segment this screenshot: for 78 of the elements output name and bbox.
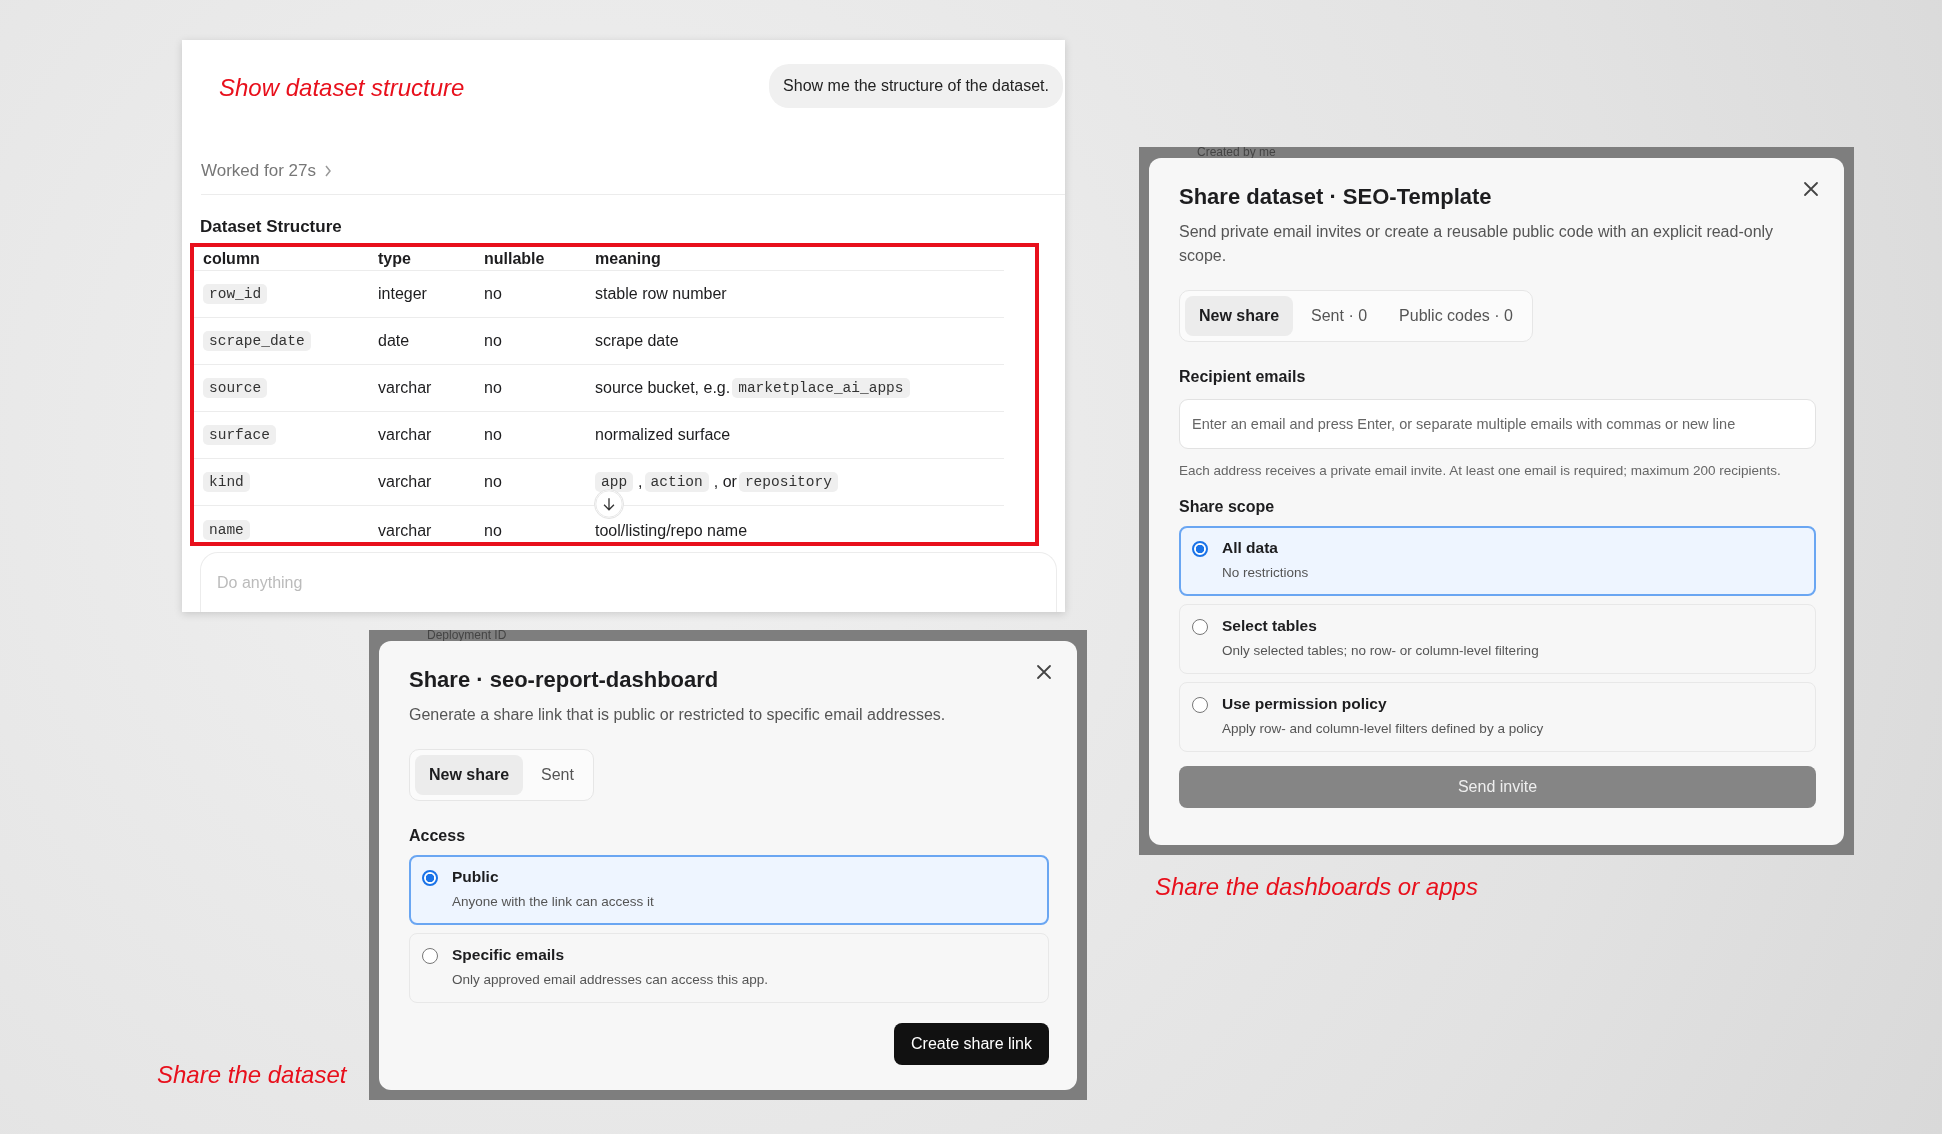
table-cell: tool/listing/repo name bbox=[595, 522, 748, 540]
option-description: Only approved email addresses can access this app. bbox=[452, 972, 768, 987]
radio-button[interactable] bbox=[422, 948, 438, 964]
option-description: No restrictions bbox=[1222, 565, 1309, 580]
table-cell: varchar bbox=[378, 426, 432, 444]
option-title: Use permission policy bbox=[1222, 695, 1388, 713]
option-card[interactable]: Specific emails Only approved email addresses can access this app. bbox=[409, 933, 1049, 1003]
option-description: Apply row- and column-level filters defined by a policy bbox=[1222, 721, 1544, 736]
dialog-description: Send private email invites or create a reusable public code with an explicit read-only scope. bbox=[1179, 222, 1775, 266]
option-card[interactable]: Select tables Only selected tables; no row- or column-level filtering bbox=[1179, 604, 1816, 674]
scroll-down-icon[interactable] bbox=[594, 489, 624, 519]
submit-button[interactable]: Create share link bbox=[894, 1023, 1049, 1065]
table-cell: , or bbox=[713, 473, 737, 491]
option-title: All data bbox=[1222, 539, 1279, 557]
table-cell: scrape date bbox=[595, 332, 679, 350]
table-cell: no bbox=[484, 473, 502, 491]
option-description: Anyone with the link can access it bbox=[452, 894, 654, 909]
radio-button[interactable] bbox=[1192, 541, 1208, 557]
column-header: type bbox=[378, 249, 411, 268]
field-label: Recipient emails bbox=[1179, 368, 1307, 386]
table-cell: varchar bbox=[378, 379, 432, 397]
caption: Share the dataset bbox=[157, 1061, 347, 1089]
table-cell: no bbox=[484, 426, 502, 444]
code-chip: surface bbox=[203, 425, 276, 445]
dialog-description: Generate a share link that is public or restricted to specific email addresses. bbox=[409, 705, 947, 725]
table-header: Deployment ID bbox=[426, 630, 508, 641]
chevron-icon[interactable] bbox=[323, 165, 332, 177]
table-cell: source bucket, e.g. bbox=[595, 379, 731, 397]
radio-button[interactable] bbox=[1192, 697, 1208, 713]
tab[interactable]: New share bbox=[1185, 296, 1294, 336]
dialog-title: Share dataset · SEO-Template bbox=[1179, 184, 1492, 210]
code-chip: repository bbox=[738, 472, 838, 492]
email-field[interactable]: Enter an email and press Enter, or separate multiple emails with commas or new line bbox=[1179, 399, 1816, 449]
help-text: Each address receives a private email invite. At least one email is required; maximum 200 recipients. bbox=[1179, 462, 1782, 480]
option-card[interactable]: Public Anyone with the link can access it bbox=[409, 855, 1049, 925]
tab[interactable]: Public codes · 0 bbox=[1385, 296, 1527, 336]
table-cell: no bbox=[484, 522, 502, 540]
table-cell: varchar bbox=[378, 473, 432, 491]
table-cell: stable row number bbox=[595, 285, 727, 303]
option-title: Public bbox=[452, 868, 500, 886]
code-chip: scrape_date bbox=[203, 331, 311, 351]
tab[interactable]: Sent · 0 bbox=[1297, 296, 1382, 336]
section-heading: Dataset Structure bbox=[200, 217, 343, 237]
tab[interactable]: New share bbox=[415, 755, 524, 795]
user-message: Show me the structure of the dataset. bbox=[769, 64, 1063, 108]
option-title: Select tables bbox=[1222, 617, 1318, 635]
tab[interactable]: Sent bbox=[527, 755, 588, 795]
code-chip: source bbox=[203, 378, 268, 398]
table-cell: normalized surface bbox=[595, 426, 731, 444]
table-cell: , bbox=[638, 473, 643, 491]
message-input[interactable]: Do anything bbox=[200, 552, 1057, 612]
code-chip: name bbox=[203, 520, 250, 540]
code-chip: marketplace_ai_apps bbox=[732, 378, 910, 398]
radio-button[interactable] bbox=[422, 870, 438, 886]
table-cell: no bbox=[484, 332, 502, 350]
table-cell: no bbox=[484, 285, 502, 303]
code-chip: app bbox=[595, 472, 634, 492]
dialog-title: Share · seo-report-dashboard bbox=[409, 667, 719, 693]
option-card[interactable]: Use permission policy Apply row- and column-level filters defined by a policy bbox=[1179, 682, 1816, 752]
table-cell: date bbox=[378, 332, 410, 350]
code-chip: kind bbox=[203, 472, 250, 492]
code-chip: action bbox=[644, 472, 709, 492]
radio-button[interactable] bbox=[1192, 619, 1208, 635]
option-card[interactable]: All data No restrictions bbox=[1179, 526, 1816, 596]
caption: Show dataset structure bbox=[219, 74, 465, 102]
column-header: column bbox=[203, 249, 260, 268]
table-cell: no bbox=[484, 379, 502, 397]
table-cell: varchar bbox=[378, 522, 432, 540]
column-header: meaning bbox=[595, 249, 661, 268]
option-title: Specific emails bbox=[452, 946, 565, 964]
caption: Share the dashboards or apps bbox=[1155, 873, 1478, 901]
option-description: Only selected tables; no row- or column-level filtering bbox=[1222, 643, 1539, 658]
section-label: Access bbox=[409, 827, 467, 845]
column-header: nullable bbox=[484, 249, 545, 268]
code-chip: row_id bbox=[203, 284, 268, 304]
table-cell: integer bbox=[378, 285, 427, 303]
section-label: Share scope bbox=[1179, 498, 1276, 516]
worked-for-label[interactable]: Worked for 27s bbox=[201, 161, 316, 181]
